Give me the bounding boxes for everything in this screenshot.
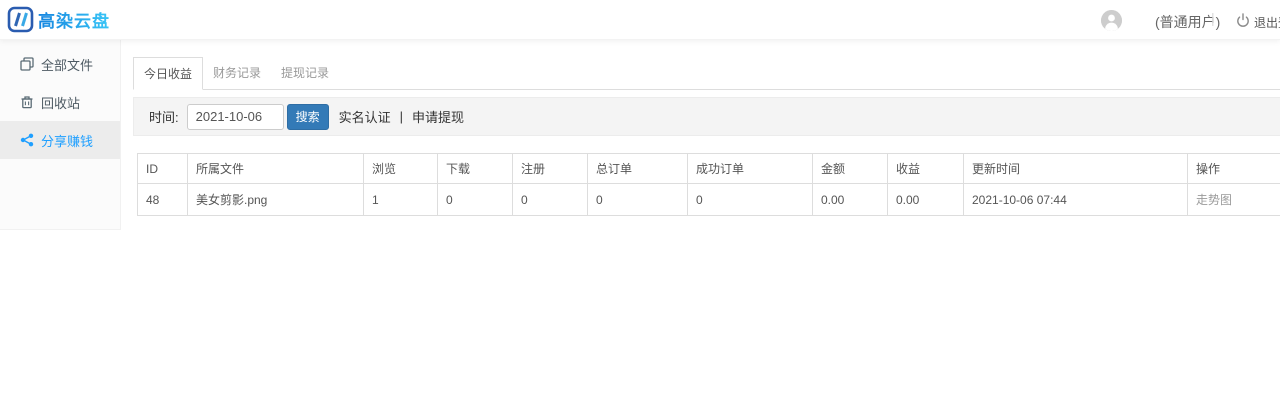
avatar[interactable] xyxy=(1101,10,1122,31)
apply-withdraw-link[interactable]: 申请提现 xyxy=(412,107,464,126)
top-header: 高染云盘 (普通用户) | 退出登录 xyxy=(0,0,1280,40)
logo[interactable]: 高染云盘 xyxy=(7,6,110,33)
logo-text: 高染云盘 xyxy=(38,7,110,32)
col-income: 收益 xyxy=(888,154,964,184)
search-button[interactable]: 搜索 xyxy=(287,104,329,130)
sidebar-item-recycle-bin[interactable]: 回收站 xyxy=(0,83,120,121)
cell-income: 0.00 xyxy=(888,184,964,216)
cell-views: 1 xyxy=(364,184,438,216)
share-icon xyxy=(20,133,34,147)
col-file: 所属文件 xyxy=(188,154,364,184)
col-success-orders: 成功订单 xyxy=(688,154,813,184)
logo-icon xyxy=(7,6,34,33)
cell-total-orders: 0 xyxy=(588,184,688,216)
cell-downloads: 0 xyxy=(438,184,513,216)
table-row: 48 美女剪影.png 1 0 0 0 0 0.00 0.00 2021-10-… xyxy=(138,184,1280,216)
power-icon xyxy=(1236,13,1250,27)
cell-updated: 2021-10-06 07:44 xyxy=(964,184,1188,216)
header-divider: | xyxy=(1211,10,1215,26)
cell-registers: 0 xyxy=(513,184,588,216)
link-separator: | xyxy=(400,109,403,124)
trash-icon xyxy=(20,95,34,109)
table-header-row: ID 所属文件 浏览 下载 注册 总订单 成功订单 金额 收益 更新时间 操作 xyxy=(138,154,1280,184)
col-total-orders: 总订单 xyxy=(588,154,688,184)
logout-link[interactable]: 退出登录 xyxy=(1254,14,1280,31)
real-name-auth-link[interactable]: 实名认证 xyxy=(339,107,391,126)
cell-amount: 0.00 xyxy=(813,184,888,216)
tab-today-income[interactable]: 今日收益 xyxy=(133,57,203,90)
col-action: 操作 xyxy=(1188,154,1280,184)
time-label: 时间: xyxy=(149,107,179,126)
tab-withdraw-records[interactable]: 提现记录 xyxy=(271,57,339,89)
user-icon xyxy=(1101,10,1122,31)
sidebar: 全部文件 回收站 分享赚钱 xyxy=(0,40,121,230)
filter-bar: 时间: 搜索 实名认证 | 申请提现 xyxy=(133,97,1280,136)
col-downloads: 下载 xyxy=(438,154,513,184)
col-id: ID xyxy=(138,154,188,184)
sidebar-item-share-earn[interactable]: 分享赚钱 xyxy=(0,121,120,159)
col-amount: 金额 xyxy=(813,154,888,184)
earnings-table: ID 所属文件 浏览 下载 注册 总订单 成功订单 金额 收益 更新时间 操作 … xyxy=(137,153,1280,216)
sidebar-item-all-files[interactable]: 全部文件 xyxy=(0,45,120,83)
files-icon xyxy=(20,57,34,71)
cell-file: 美女剪影.png xyxy=(188,184,364,216)
cell-action: 走势图 xyxy=(1188,184,1280,216)
tab-finance-records[interactable]: 财务记录 xyxy=(203,57,271,89)
col-registers: 注册 xyxy=(513,154,588,184)
tab-bar: 今日收益 财务记录 提现记录 xyxy=(133,57,1280,90)
sidebar-item-label: 分享赚钱 xyxy=(41,131,93,150)
main-content: 今日收益 财务记录 提现记录 时间: 搜索 实名认证 | 申请提现 ID 所属文… xyxy=(133,40,1280,216)
col-updated: 更新时间 xyxy=(964,154,1188,184)
sidebar-item-label: 回收站 xyxy=(41,93,80,112)
trend-chart-link[interactable]: 走势图 xyxy=(1196,193,1232,207)
cell-success-orders: 0 xyxy=(688,184,813,216)
date-input[interactable] xyxy=(187,104,284,130)
col-views: 浏览 xyxy=(364,154,438,184)
cell-id: 48 xyxy=(138,184,188,216)
sidebar-item-label: 全部文件 xyxy=(41,55,93,74)
